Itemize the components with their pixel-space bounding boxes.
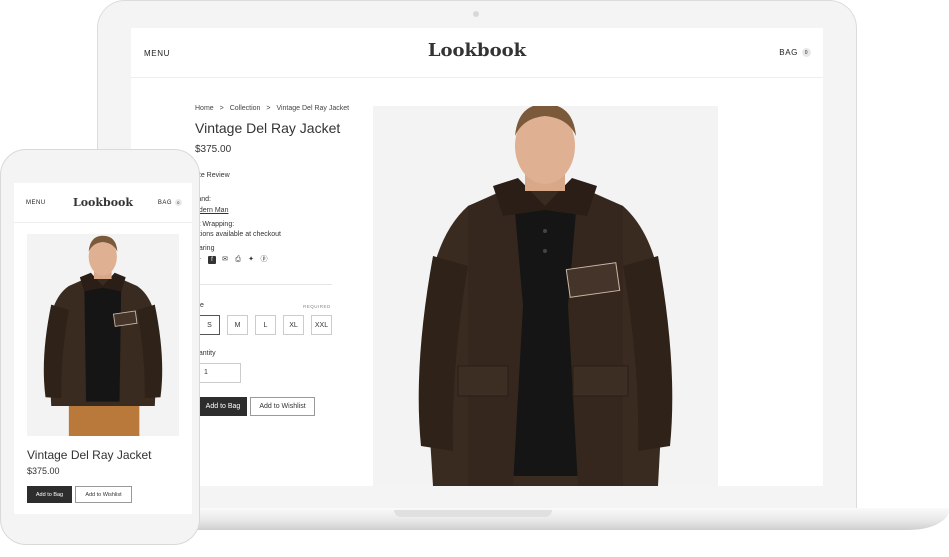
mobile-header: MENU Lookbook BAG 0 — [14, 183, 192, 223]
write-review-link[interactable]: rite Review — [195, 172, 230, 179]
mobile-bag-count-badge: 0 — [175, 199, 182, 206]
gift-wrapping-value: ptions available at checkout — [195, 231, 281, 238]
mobile-screen: MENU Lookbook BAG 0 Vintage Del Ray Jack… — [14, 183, 192, 514]
print-icon[interactable]: ⎙ — [234, 256, 242, 264]
desktop-header: MENU Lookbook BAG 0 — [131, 28, 823, 78]
product-title: Vintage Del Ray Jacket — [195, 120, 341, 136]
twitter-icon[interactable]: ✦ — [247, 256, 255, 264]
mobile-model-jacket-illustration — [27, 234, 179, 436]
divider — [195, 284, 332, 285]
breadcrumb-separator: > — [266, 105, 271, 112]
share-icons: + f ✉ ⎙ ✦ ⓟ — [195, 256, 268, 264]
mobile-product-image — [27, 234, 179, 436]
breadcrumb-separator: > — [219, 105, 224, 112]
breadcrumb: Home > Collection > Vintage Del Ray Jack… — [195, 105, 349, 112]
size-selector: S M L XL XXL — [199, 315, 332, 335]
mobile-product-price: $375.00 — [27, 466, 60, 476]
mobile-bag-label: BAG — [157, 199, 172, 206]
gift-wrapping-label: ift Wrapping: — [195, 221, 235, 228]
mobile-add-to-wishlist-button[interactable]: Add to Wishlist — [75, 486, 132, 503]
size-option-l[interactable]: L — [255, 315, 276, 335]
product-image — [373, 106, 718, 486]
mobile-product-title: Vintage Del Ray Jacket — [27, 448, 152, 462]
add-to-bag-button[interactable]: Add to Bag — [199, 397, 247, 416]
required-label: REQUIRED — [303, 304, 331, 309]
model-jacket-illustration — [373, 106, 718, 486]
site-logo[interactable]: Lookbook — [131, 40, 823, 61]
email-icon[interactable]: ✉ — [221, 256, 229, 264]
bag-label: BAG — [779, 48, 798, 57]
size-option-xxl[interactable]: XXL — [311, 315, 332, 335]
breadcrumb-current: Vintage Del Ray Jacket — [276, 105, 350, 112]
size-option-m[interactable]: M — [227, 315, 248, 335]
pinterest-icon[interactable]: ⓟ — [260, 256, 268, 264]
bag-count-badge: 0 — [802, 48, 811, 57]
quantity-input[interactable]: 1 — [199, 363, 241, 383]
desktop-screen: MENU Lookbook BAG 0 Home > Collection > … — [131, 28, 823, 486]
brand-link[interactable]: odern Man — [195, 207, 228, 214]
add-to-wishlist-button[interactable]: Add to Wishlist — [250, 397, 315, 416]
breadcrumb-collection[interactable]: Collection — [230, 105, 261, 112]
laptop-notch — [394, 510, 552, 517]
size-option-xl[interactable]: XL — [283, 315, 304, 335]
size-option-s[interactable]: S — [199, 315, 220, 335]
breadcrumb-home[interactable]: Home — [195, 105, 214, 112]
bag-button[interactable]: BAG 0 — [779, 48, 811, 57]
mobile-bag-button[interactable]: BAG 0 — [158, 199, 182, 206]
mobile-add-to-bag-button[interactable]: Add to Bag — [27, 486, 72, 503]
product-price: $375.00 — [195, 144, 232, 155]
facebook-icon[interactable]: f — [208, 256, 216, 264]
laptop-camera — [473, 11, 479, 17]
